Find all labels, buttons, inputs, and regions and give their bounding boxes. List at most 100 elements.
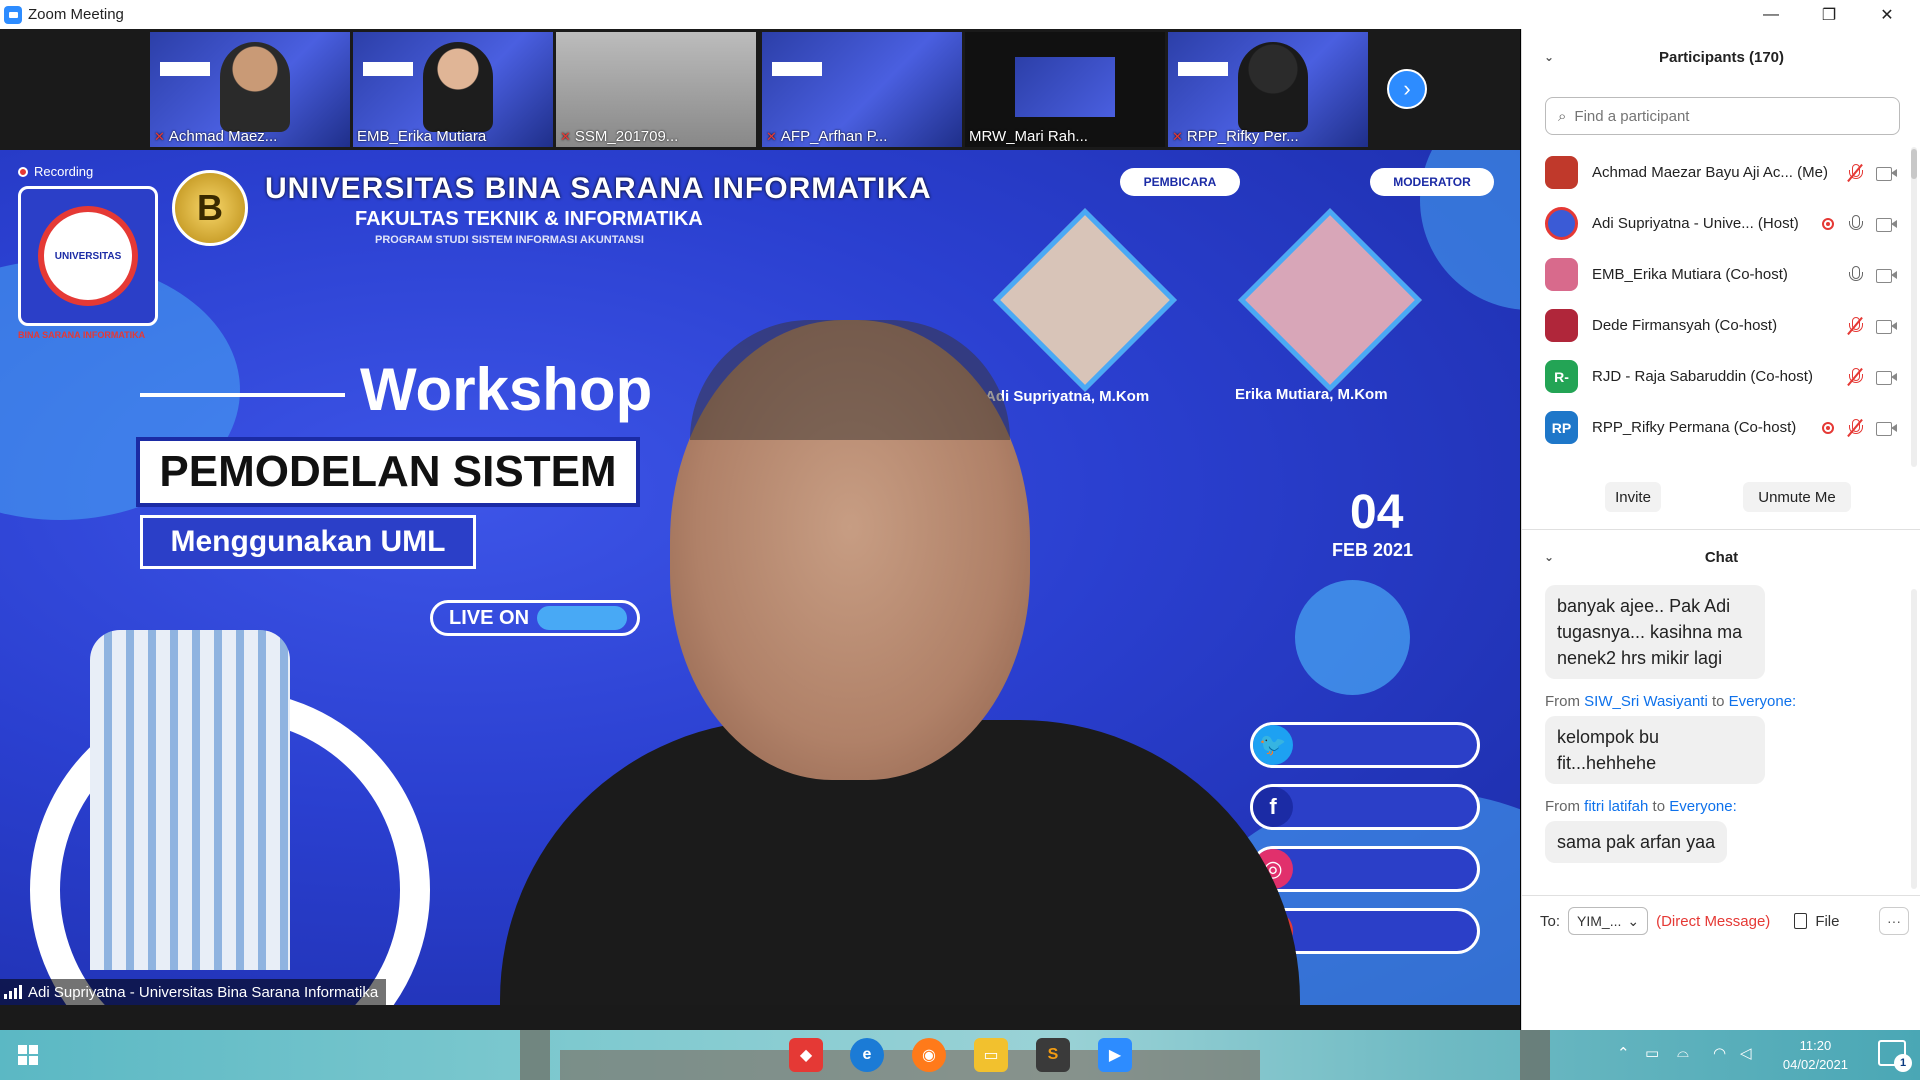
mic-muted-icon[interactable] (1847, 367, 1863, 386)
logo-emblem: UNIVERSITAS (38, 206, 138, 306)
more-options-button[interactable]: ··· (1879, 907, 1909, 935)
participant-scrollbar-thumb[interactable] (1911, 149, 1917, 179)
recording-indicator: Recording (18, 164, 93, 179)
chat-scrollbar-track[interactable] (1911, 589, 1917, 889)
mic-muted-icon[interactable] (1847, 418, 1863, 437)
divider-line (140, 393, 345, 397)
avatar (1545, 156, 1578, 189)
participant-row[interactable]: Achmad Maezar Bayu Aji Ac... (Me) (1522, 147, 1912, 198)
message-sender: From fitri latifah to Everyone: (1545, 798, 1737, 815)
chat-compose-bar: To: YIM_... ⌄ (Direct Message) File ··· (1522, 897, 1920, 945)
network-icon[interactable]: ⌓ (1677, 1044, 1689, 1061)
mic-icon[interactable] (1848, 214, 1863, 233)
accreditation-medal-icon: B (172, 170, 248, 246)
participant-name: Dede Firmansyah (Co-host) (1592, 317, 1778, 334)
chat-messages: banyak ajee.. Pak Adi tugasnya... kasihn… (1522, 585, 1912, 885)
university-title: UNIVERSITAS BINA SARANA INFORMATIKA (265, 172, 932, 205)
close-button[interactable]: ✕ (1858, 0, 1916, 29)
participant-row[interactable]: Dede Firmansyah (Co-host) (1522, 300, 1912, 351)
video-thumbnail[interactable]: ✕ AFP_Arfhan P... (762, 32, 962, 147)
participant-name: Adi Supriyatna - Unive... (Host) (1592, 215, 1799, 232)
faculty-title: FAKULTAS TEKNIK & INFORMATIKA (355, 208, 703, 230)
mic-muted-icon: ✕ (560, 128, 571, 144)
video-off-icon[interactable] (1876, 166, 1898, 181)
participant-video (423, 42, 493, 132)
collapse-chevron-icon[interactable]: ⌄ (1544, 50, 1554, 64)
program-title: PROGRAM STUDI SISTEM INFORMASI AKUNTANSI (375, 234, 644, 246)
anydesk-icon[interactable]: ◆ (789, 1038, 823, 1072)
thumbnail-label: ✕ Achmad Maez... (154, 128, 277, 145)
video-thumbnail[interactable]: MRW_Mari Rah... (965, 32, 1165, 147)
thumbnail-label: ✕ RPP_Rifky Per... (1172, 128, 1299, 145)
video-thumbnail[interactable]: EMB_Erika Mutiara (353, 32, 553, 147)
sublime-text-icon[interactable]: S (1036, 1038, 1070, 1072)
firefox-icon[interactable]: ◉ (912, 1038, 946, 1072)
participant-search-input[interactable] (1574, 107, 1875, 125)
invite-button[interactable]: Invite (1605, 482, 1661, 512)
participant-row[interactable]: RP RPP_Rifky Permana (Co-host) (1522, 402, 1912, 453)
file-explorer-icon[interactable]: ▭ (974, 1038, 1008, 1072)
thumbnail-label: MRW_Mari Rah... (969, 128, 1088, 145)
file-button[interactable]: File (1794, 913, 1839, 930)
wifi-icon[interactable]: ◠ (1713, 1044, 1726, 1062)
notification-center-icon[interactable]: 1 (1878, 1040, 1912, 1072)
chat-message: kelompok bu fit...hehhehe (1545, 716, 1765, 784)
date-decoration (1295, 580, 1410, 695)
recipient-select[interactable]: YIM_... ⌄ (1568, 907, 1649, 935)
recording-icon (1822, 421, 1834, 434)
thumbnail-name: Achmad Maez... (168, 128, 278, 145)
mic-muted-icon[interactable] (1847, 163, 1863, 182)
windows-start-icon[interactable] (18, 1045, 38, 1065)
window-titlebar: Zoom Meeting — ❐ ✕ (0, 0, 1920, 29)
wallpaper-post (520, 1030, 550, 1080)
thumbnail-name: EMB_Erika Mutiara (357, 128, 487, 145)
video-thumbnail[interactable]: ✕ RPP_Rifky Per... (1168, 32, 1368, 147)
participant-status (1822, 418, 1898, 437)
minimize-button[interactable]: — (1742, 0, 1800, 29)
video-off-icon[interactable] (1876, 421, 1898, 436)
chevron-down-icon: ⌄ (1627, 912, 1640, 929)
next-page-button[interactable]: › (1387, 69, 1427, 109)
participant-row[interactable]: EMB_Erika Mutiara (Co-host) (1522, 249, 1912, 300)
active-speaker-name: Adi Supriyatna - Universitas Bina Sarana… (28, 983, 379, 1001)
avatar: RP (1545, 411, 1578, 444)
video-thumbnail[interactable]: ✕ Achmad Maez... (150, 32, 350, 147)
edge-icon[interactable]: e (850, 1038, 884, 1072)
chat-message: sama pak arfan yaa (1545, 821, 1728, 863)
participant-row[interactable]: Adi Supriyatna - Unive... (Host) (1522, 198, 1912, 249)
mic-icon[interactable] (1848, 265, 1863, 284)
presenter-hair (690, 320, 1010, 440)
participant-row[interactable]: R- RJD - Raja Sabaruddin (Co-host) (1522, 351, 1912, 402)
video-thumbnail[interactable]: ✕ SSM_201709... (556, 32, 756, 147)
system-clock[interactable]: 11:20 04/02/2021 (1783, 1036, 1848, 1074)
participant-search[interactable]: ⌕ (1545, 97, 1900, 135)
video-off-icon[interactable] (1876, 370, 1898, 385)
video-off-icon[interactable] (1876, 319, 1898, 334)
clock-time: 11:20 (1799, 1038, 1832, 1053)
slide-banner (363, 62, 413, 76)
participant-name: EMB_Erika Mutiara (Co-host) (1592, 266, 1788, 283)
collapse-chevron-icon[interactable]: ⌄ (1544, 550, 1554, 564)
participant-video (220, 42, 290, 132)
avatar (1545, 309, 1578, 342)
video-off-icon[interactable] (1876, 217, 1898, 232)
logo-caption: BINA SARANA INFORMATIKA (18, 330, 146, 340)
signal-strength-icon (4, 985, 22, 999)
unmute-me-button[interactable]: Unmute Me (1743, 482, 1851, 512)
battery-icon[interactable]: ▭ (1645, 1044, 1659, 1062)
video-off-icon[interactable] (1876, 268, 1898, 283)
chat-title: Chat (1704, 548, 1739, 566)
tray-expand-icon[interactable]: ⌃ (1617, 1044, 1630, 1062)
avatar (1545, 207, 1578, 240)
volume-icon[interactable]: ◁ (1740, 1044, 1752, 1062)
thumbnail-name: SSM_201709... (574, 128, 679, 145)
wallpaper-post (1520, 1030, 1550, 1080)
participant-name: Achmad Maezar Bayu Aji Ac... (Me) (1592, 164, 1828, 181)
recipient-value: YIM_... (1577, 913, 1622, 929)
participant-scrollbar-track[interactable] (1911, 147, 1917, 467)
zoom-taskbar-icon[interactable]: ▶ (1098, 1038, 1132, 1072)
maximize-button[interactable]: ❐ (1800, 0, 1858, 29)
mic-muted-icon[interactable] (1847, 316, 1863, 335)
active-speaker-label: Adi Supriyatna - Universitas Bina Sarana… (0, 979, 387, 1005)
participant-status (1847, 163, 1898, 182)
